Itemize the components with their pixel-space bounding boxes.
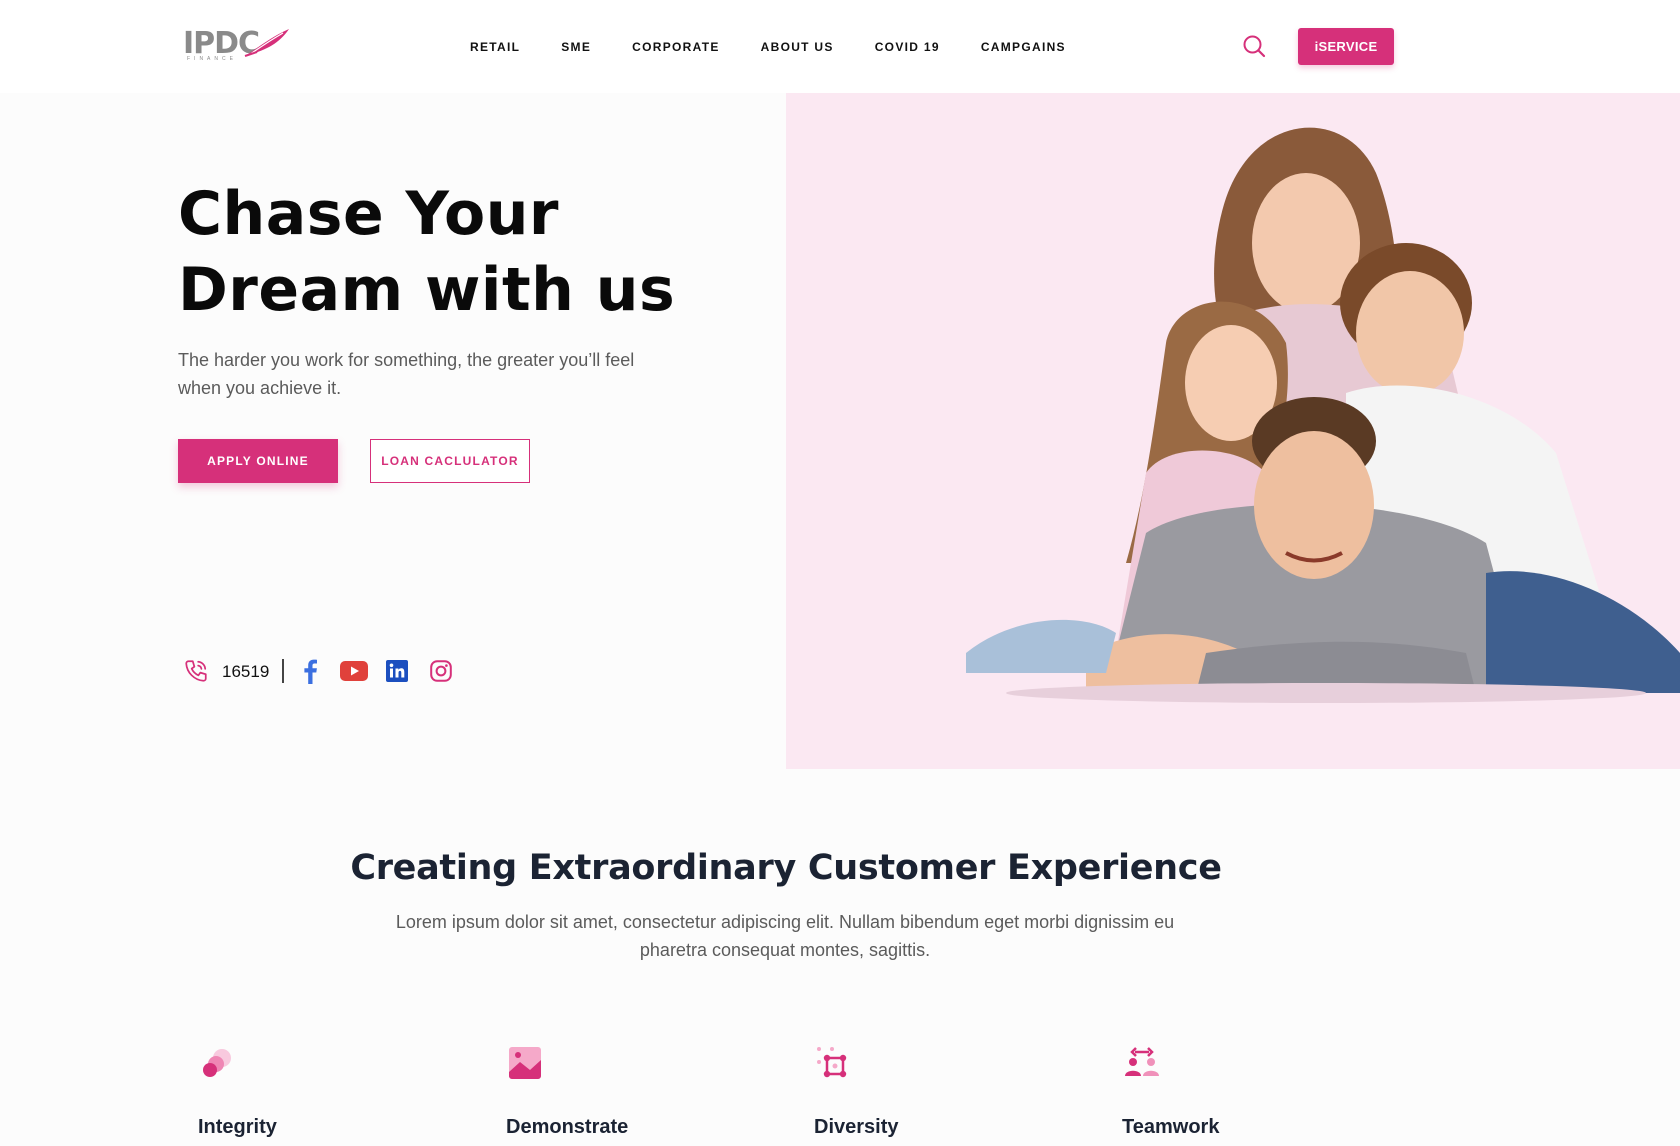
instagram-icon[interactable] [430,660,452,682]
loan-calculator-button[interactable]: LOAN CACLULATOR [370,439,530,483]
hero-title: Chase Your Dream with us [178,176,698,328]
phone-icon[interactable] [183,658,209,684]
team-icon [1125,1047,1159,1076]
value-card-diversity: Diversity [814,1044,1034,1144]
nav-campaigns[interactable]: CAMPGAINS [981,40,1066,56]
nav-corporate[interactable]: CORPORATE [632,40,719,56]
apply-online-button[interactable]: APPLY ONLINE [178,439,338,483]
section-title: Creating Extraordinary Customer Experien… [350,848,1222,888]
logo-subtext: FINANCE [187,56,237,62]
site-header: IPDC FINANCE RETAIL SME CORPORATE ABOUT … [0,0,1680,93]
nav-about-us[interactable]: ABOUT US [761,40,834,56]
feather-logo-icon [244,29,289,57]
hero-title-line-2: Dream with us [178,255,676,325]
value-card-teamwork: Teamwork [1122,1044,1342,1144]
nav-sme[interactable]: SME [561,40,591,56]
circles-icon [203,1049,231,1077]
youtube-icon[interactable] [340,661,368,681]
hero-title-line-1: Chase Your [178,179,559,249]
value-card-integrity: Integrity [198,1044,418,1144]
image-icon [509,1047,541,1079]
phone-number[interactable]: 16519 [222,662,269,682]
nav-covid-19[interactable]: COVID 19 [875,40,940,56]
linkedin-icon[interactable] [386,660,408,682]
value-label: Demonstrate [506,1116,629,1138]
hero-image [786,93,1680,769]
search-icon[interactable] [1242,34,1266,58]
main-nav: RETAIL SME CORPORATE ABOUT US COVID 19 C… [470,40,1066,56]
value-label: Diversity [814,1116,899,1138]
value-label: Teamwork [1122,1116,1220,1138]
ipdc-logo[interactable]: IPDC FINANCE [183,26,293,64]
family-photo [966,127,1680,703]
hero-subtitle: The harder you work for something, the g… [178,350,635,398]
value-card-demonstrate: Demonstrate [506,1044,726,1144]
nodes-icon [817,1047,847,1078]
iservice-button[interactable]: iSERVICE [1298,28,1394,65]
nav-retail[interactable]: RETAIL [470,40,520,56]
facebook-icon[interactable] [301,658,319,684]
value-label: Integrity [198,1116,277,1138]
divider [282,659,284,683]
section-subtitle: Lorem ipsum dolor sit amet, consectetur … [395,912,1175,960]
